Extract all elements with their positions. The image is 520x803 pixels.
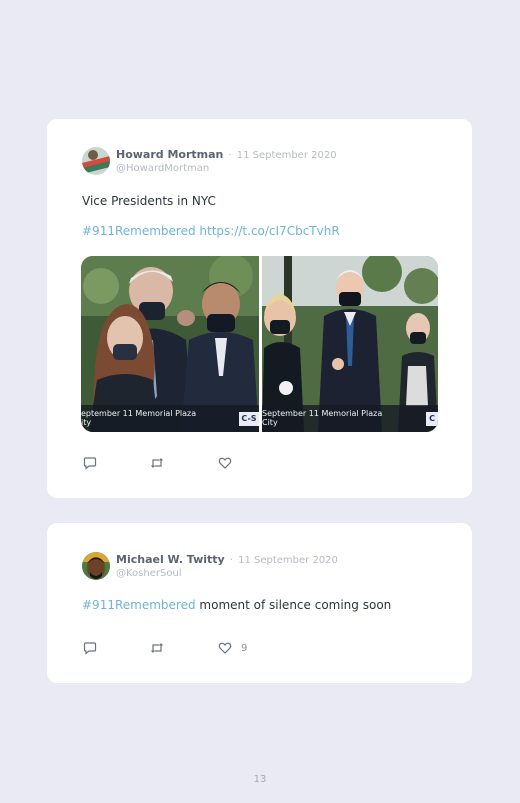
media-image-right[interactable]: September 11 Memorial Plaza City C (262, 256, 438, 432)
reply-icon (83, 457, 97, 470)
retweet-button[interactable] (150, 641, 218, 655)
hashtag-link[interactable]: #911Remembered (82, 224, 196, 238)
cspan-logo: C (426, 412, 438, 426)
retweet-icon (151, 458, 163, 468)
cspan-logo: C-S (239, 412, 259, 426)
tweet-media[interactable]: eptember 11 Memorial Plaza ity C-S Septe… (81, 256, 438, 432)
avatar[interactable] (82, 147, 110, 175)
retweet-icon (151, 643, 163, 653)
tweet-meta: Michael W. Twitty · 11 September 2020 @K… (116, 551, 338, 580)
tweet-actions: 9 (83, 640, 247, 656)
page-number: 13 (253, 774, 267, 785)
author-handle[interactable]: @KosherSoul (116, 567, 338, 580)
media-caption: September 11 Memorial Plaza City (262, 405, 438, 432)
reply-icon (83, 642, 97, 655)
tweet-card: Howard Mortman · 11 September 2020 @Howa… (47, 119, 472, 498)
caption-line: September 11 Memorial Plaza (262, 409, 383, 418)
avatar[interactable] (82, 552, 110, 580)
caption-line: eptember 11 Memorial Plaza (81, 409, 197, 418)
like-button[interactable]: 9 (218, 641, 247, 655)
tweet-date[interactable]: 11 September 2020 (238, 555, 338, 566)
separator: · (228, 150, 232, 161)
tweet-header: Michael W. Twitty · 11 September 2020 @K… (82, 551, 338, 580)
separator: · (229, 555, 233, 566)
caption-line: ity (81, 418, 92, 427)
like-icon (218, 457, 232, 469)
reply-button[interactable] (83, 641, 150, 655)
media-caption: eptember 11 Memorial Plaza ity (81, 405, 259, 432)
retweet-button[interactable] (150, 456, 218, 470)
tweet-actions (83, 455, 241, 471)
tweet-date[interactable]: 11 September 2020 (237, 150, 337, 161)
like-icon (218, 642, 232, 654)
tweet-text: Vice Presidents in NYC (82, 194, 216, 208)
author-handle[interactable]: @HowardMortman (116, 162, 337, 175)
author-name[interactable]: Michael W. Twitty (116, 553, 225, 566)
tweet-links: #911Remembered https://t.co/cI7CbcTvhR (82, 224, 340, 238)
reply-button[interactable] (83, 456, 150, 470)
hashtag-link[interactable]: #911Remembered (82, 598, 196, 612)
tweet-body: moment of silence coming soon (199, 598, 392, 612)
author-name[interactable]: Howard Mortman (116, 148, 223, 161)
tweet-text: #911Remembered moment of silence coming … (82, 598, 391, 612)
tweet-meta: Howard Mortman · 11 September 2020 @Howa… (116, 146, 337, 175)
url-link[interactable]: https://t.co/cI7CbcTvhR (199, 224, 339, 238)
media-image-left[interactable]: eptember 11 Memorial Plaza ity C-S (81, 256, 259, 432)
tweet-header: Howard Mortman · 11 September 2020 @Howa… (82, 146, 337, 175)
like-count: 9 (241, 642, 248, 654)
caption-line: City (262, 418, 278, 427)
like-button[interactable] (218, 456, 241, 470)
tweet-card: Michael W. Twitty · 11 September 2020 @K… (47, 523, 472, 683)
